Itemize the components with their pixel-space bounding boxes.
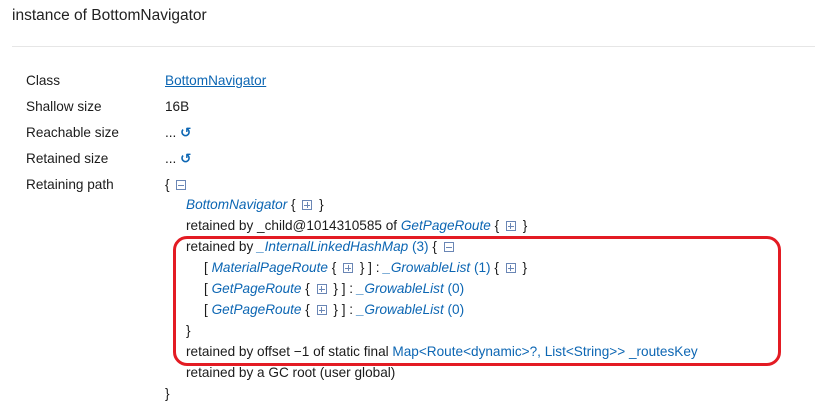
- refresh-icon[interactable]: ↺: [180, 151, 191, 166]
- expand-icon[interactable]: [505, 221, 516, 231]
- brace: {: [291, 197, 296, 212]
- shallow-size-value: 16B: [165, 99, 190, 114]
- retaining-path-label: Retaining path: [26, 177, 114, 192]
- retained-size-text: ...: [165, 151, 177, 166]
- class-link[interactable]: BottomNavigator: [165, 73, 266, 88]
- class-label: Class: [26, 73, 60, 88]
- shallow-size-label: Shallow size: [26, 99, 102, 114]
- reachable-size-label: Reachable size: [26, 125, 119, 140]
- path-line-2: retained by _child@1014310585 of GetPage…: [186, 217, 527, 235]
- path-line-1: BottomNavigator { }: [186, 196, 324, 214]
- path-class-link[interactable]: BottomNavigator: [186, 197, 287, 212]
- collapse-icon[interactable]: [176, 180, 187, 190]
- path-text: retained by _child@1014310585 of: [186, 218, 401, 233]
- retained-size-value: ... ↺: [165, 150, 192, 168]
- refresh-icon[interactable]: ↺: [180, 125, 191, 140]
- retained-size-label: Retained size: [26, 151, 109, 166]
- expand-icon[interactable]: [302, 200, 313, 210]
- reachable-size-text: ...: [165, 125, 177, 140]
- reachable-size-value: ... ↺: [165, 124, 192, 142]
- class-value: BottomNavigator: [165, 72, 266, 90]
- page-title: instance of BottomNavigator: [12, 7, 207, 24]
- brace: }: [319, 197, 324, 212]
- brace: {: [494, 218, 500, 233]
- title-divider: [12, 46, 815, 47]
- path-class-link[interactable]: GetPageRoute: [401, 218, 491, 233]
- path-line-9: retained by a GC root (user global): [186, 365, 396, 380]
- retaining-path-close: }: [165, 386, 170, 401]
- retaining-path-open: {: [165, 176, 189, 194]
- open-brace: {: [165, 177, 170, 192]
- highlight-box: [173, 236, 781, 366]
- brace: }: [522, 218, 528, 233]
